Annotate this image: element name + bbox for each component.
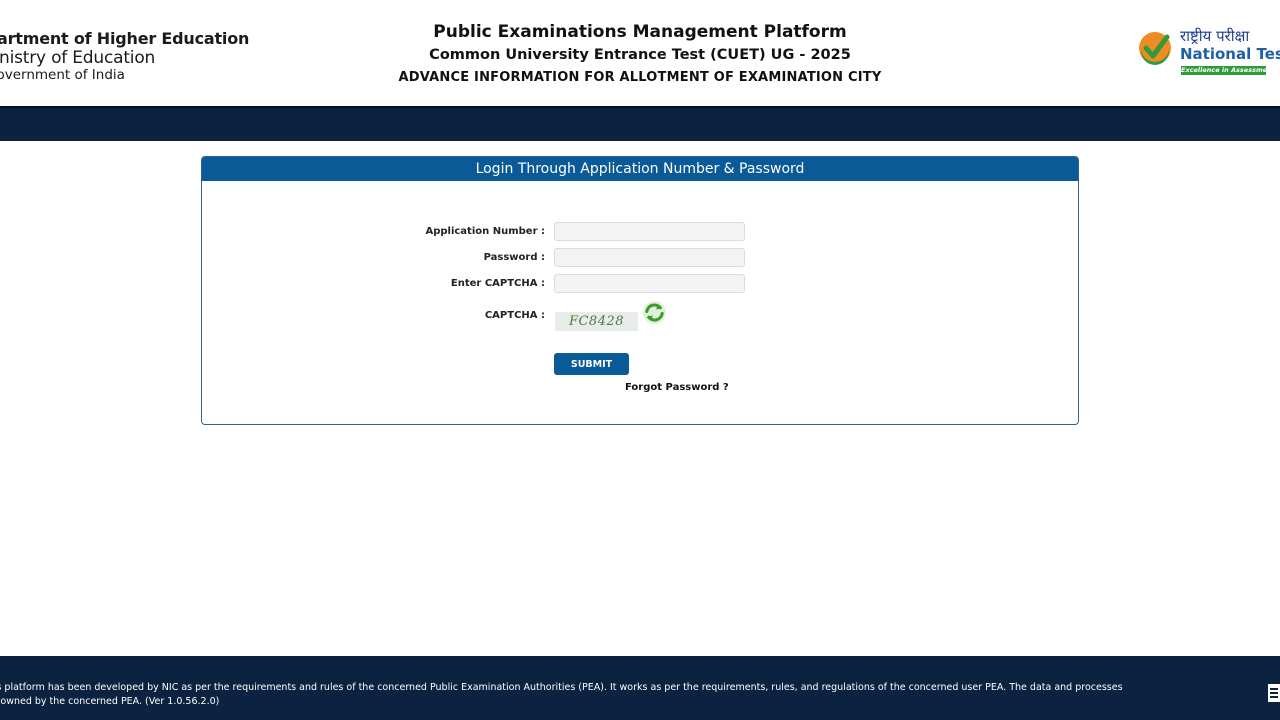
nta-check-logo: [1139, 32, 1171, 65]
nta-tagline: Excellence in Assessment: [1181, 66, 1266, 75]
captcha-image: FC8428: [555, 312, 638, 331]
password-label: Password :: [483, 252, 545, 263]
header: Department of Higher Education Ministry …: [0, 0, 1280, 106]
enter-captcha-label: Enter CAPTCHA :: [450, 278, 545, 289]
ministry-line-1: Department of Higher Education: [0, 29, 250, 48]
footer-disclaimer: This platform has been developed by NIC …: [0, 682, 1123, 707]
login-panel-heading: Login Through Application Number & Passw…: [202, 157, 1078, 181]
submit-button[interactable]: SUBMIT: [554, 353, 629, 375]
nta-hindi-name: राष्ट्रीय परीक्षा: [1180, 27, 1250, 45]
nta-logo-block: राष्ट्रीय परीक्षा National Testing Excel…: [1136, 26, 1280, 78]
login-panel: Login Through Application Number & Passw…: [201, 156, 1079, 425]
header-titles: Public Examinations Management Platform …: [340, 20, 940, 90]
captcha-input[interactable]: [554, 274, 745, 293]
ministry-line-3: Government of India: [0, 67, 125, 83]
nta-english-name: National Testing: [1180, 45, 1280, 63]
password-input[interactable]: [554, 248, 745, 267]
application-number-input[interactable]: [554, 222, 745, 241]
footer: This platform has been developed by NIC …: [0, 656, 1280, 720]
footer-corner-icon: [1268, 684, 1280, 702]
forgot-password-link[interactable]: Forgot Password ?: [625, 382, 729, 393]
refresh-icon[interactable]: [642, 300, 667, 325]
page: Department of Higher Education Ministry …: [0, 0, 1280, 720]
page-subtitle-2: ADVANCE INFORMATION FOR ALLOTMENT OF EXA…: [398, 70, 882, 85]
ministry-block: Department of Higher Education Ministry …: [0, 29, 249, 84]
nav-bar: [0, 106, 1280, 141]
page-subtitle: Common University Entrance Test (CUET) U…: [429, 47, 851, 63]
ministry-line-2: Ministry of Education: [0, 48, 156, 68]
captcha-label: CAPTCHA :: [484, 310, 545, 321]
application-number-label: Application Number :: [425, 226, 545, 237]
page-title: Public Examinations Management Platform: [433, 22, 847, 42]
